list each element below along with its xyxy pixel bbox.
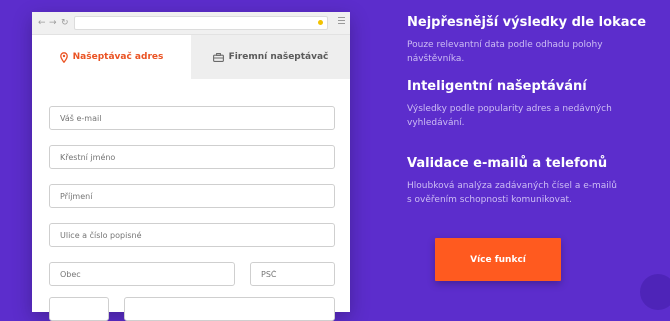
first-name-field[interactable] xyxy=(49,145,335,169)
feature-description: Výsledky podle popularity adres a nedávn… xyxy=(407,104,612,128)
address-bar[interactable] xyxy=(74,16,328,30)
status-dot-icon xyxy=(318,20,323,25)
feature-title: Validace e-mailů a telefonů xyxy=(407,156,608,171)
tab-bar: Našeptávač adres Firemní našeptávač xyxy=(32,35,350,79)
city-field[interactable] xyxy=(49,262,235,286)
browser-toolbar: ← → ↻ xyxy=(32,12,350,35)
form-field-partial[interactable] xyxy=(49,297,109,321)
feature-description: Pouze relevantní data podle odhadu poloh… xyxy=(407,40,603,64)
browser-mockup: ← → ↻ Našeptávač adres Firemní našeptáva… xyxy=(32,12,350,321)
street-field[interactable] xyxy=(49,223,335,247)
form-field-partial[interactable] xyxy=(124,297,335,321)
tab-address-suggest-label: Našeptávač adres xyxy=(72,52,164,62)
decorative-blob xyxy=(640,274,670,310)
reload-icon[interactable]: ↻ xyxy=(61,17,69,29)
last-name-field[interactable] xyxy=(49,184,335,208)
hamburger-menu-icon[interactable] xyxy=(338,17,345,26)
feature-location: Nejpřesnější výsledky dle lokace Pouze r… xyxy=(407,15,657,66)
email-field[interactable] xyxy=(49,106,335,130)
map-pin-icon xyxy=(59,51,68,63)
feature-description: Hloubková analýza zadávaných čísel a e-m… xyxy=(407,181,617,205)
tab-address-suggest[interactable]: Našeptávač adres xyxy=(32,35,191,79)
feature-title: Inteligentní našeptávání xyxy=(407,79,587,94)
more-features-button[interactable]: Více funkcí xyxy=(435,238,561,281)
forward-arrow-icon[interactable]: → xyxy=(49,17,57,29)
back-arrow-icon[interactable]: ← xyxy=(38,17,46,29)
briefcase-icon xyxy=(212,52,224,62)
tab-company-suggest[interactable]: Firemní našeptávač xyxy=(191,35,350,79)
feature-smart-suggest: Inteligentní našeptávání Výsledky podle … xyxy=(407,79,657,130)
feature-validation: Validace e-mailů a telefonů Hloubková an… xyxy=(407,156,657,207)
feature-title: Nejpřesnější výsledky dle lokace xyxy=(407,15,647,30)
tab-company-suggest-label: Firemní našeptávač xyxy=(228,52,329,62)
zip-field[interactable] xyxy=(250,262,335,286)
